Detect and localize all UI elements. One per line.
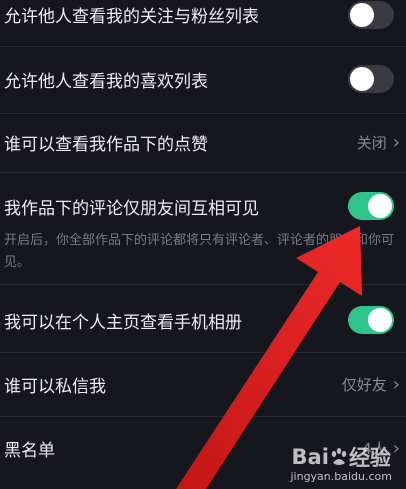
setting-value: 仅好友 › [342,374,400,395]
comments-friends-only-toggle[interactable] [348,192,394,220]
chevron-right-icon: › [392,438,400,459]
setting-value-text: 关闭 [356,134,387,152]
setting-row-who-can-view-likes[interactable]: 谁可以查看我作品下的点赞 关闭 › [0,120,406,164]
chevron-right-icon: › [392,374,400,395]
row-divider [0,46,406,47]
watermark-brand-right: 经验 [348,446,391,470]
row-divider [0,172,406,173]
toggle-knob [350,67,374,91]
baidu-jingyan-watermark: Bai 经验 jingyan.baidu.com [290,442,392,483]
setting-label: 谁可以查看我作品下的点赞 [4,134,208,155]
setting-row-comments-friends-only[interactable]: 我作品下的评论仅朋友间互相可见 [0,184,406,228]
chevron-right-icon: › [392,132,400,153]
setting-row-follow-fans-list[interactable]: 允许他人查看我的关注与粉丝列表 [0,0,406,34]
setting-value: 关闭 › [357,132,400,153]
setting-label: 我可以在个人主页查看手机相册 [4,312,242,333]
setting-label: 允许他人查看我的喜欢列表 [4,71,208,92]
setting-row-likes-list[interactable]: 允许他人查看我的喜欢列表 [0,57,406,101]
setting-label: 我作品下的评论仅朋友间互相可见 [4,198,259,219]
toggle-knob [368,308,392,332]
setting-value-text: 仅好友 [341,376,387,394]
view-phone-album-toggle[interactable] [348,306,394,334]
toggle-knob [350,3,374,27]
watermark-brand-left: Bai [291,445,329,469]
comments-friends-only-description: 开启后，你全部作品下的评论都将只有评论者、评论者的朋友和你可见。 [4,233,395,270]
row-divider [0,284,406,285]
row-divider [0,113,406,114]
follow-fans-list-toggle[interactable] [348,1,394,29]
setting-label: 谁可以私信我 [4,376,106,397]
likes-list-toggle[interactable] [348,65,394,93]
setting-label: 允许他人查看我的关注与粉丝列表 [4,6,259,27]
row-divider [0,416,406,417]
watermark-url: jingyan.baidu.com [290,470,392,483]
toggle-knob [368,194,392,218]
setting-row-who-can-message[interactable]: 谁可以私信我 仅好友 › [0,362,406,406]
paw-icon [331,448,347,465]
setting-row-view-phone-album[interactable]: 我可以在个人主页查看手机相册 [0,298,406,342]
row-divider [0,352,406,353]
watermark-logo: Bai 经验 [292,442,391,472]
